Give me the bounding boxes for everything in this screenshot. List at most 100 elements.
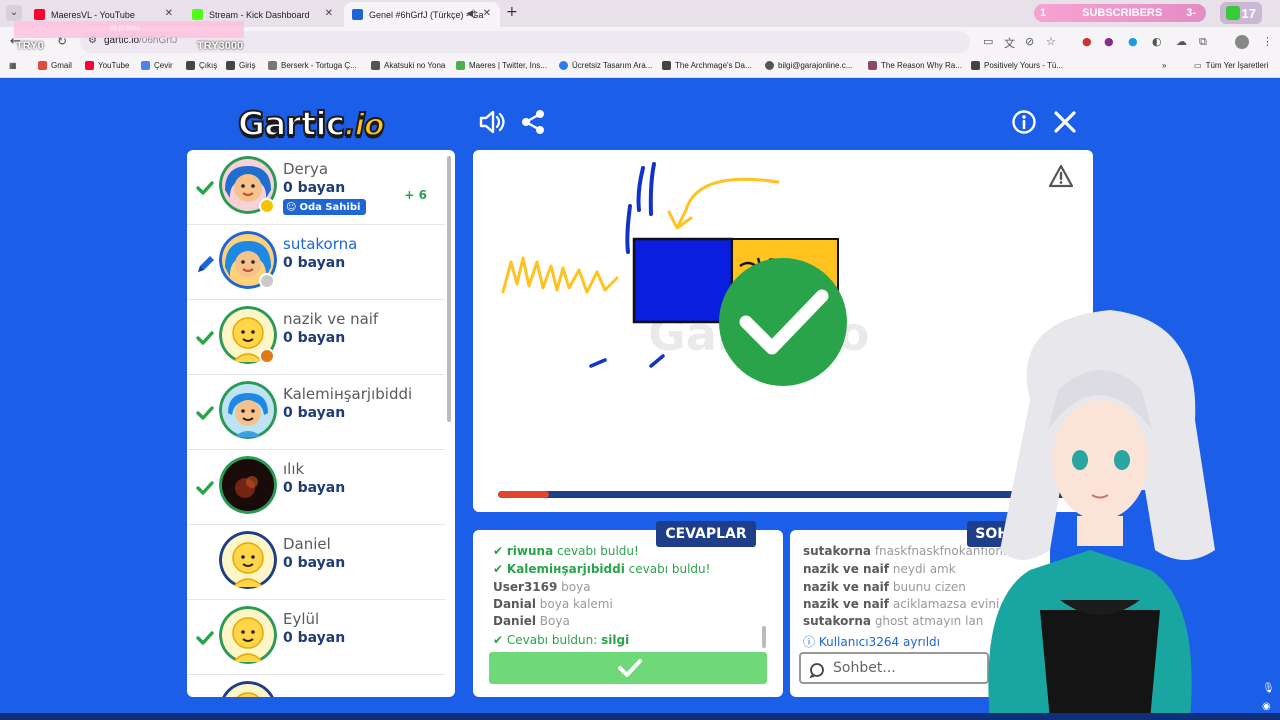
bookmark-item[interactable]: Berserk - Tortuga Ç... (268, 61, 357, 70)
answers-scrollbar[interactable] (762, 626, 766, 648)
bookmark-label: Berserk - Tortuga Ç... (281, 61, 357, 70)
bookmark-item[interactable]: bilgi@garajonline.c... (765, 61, 852, 70)
answer-line: Daniel Boya (493, 614, 570, 628)
chat-bubble-icon (809, 662, 825, 682)
chat-user: nazik ve naif (803, 580, 890, 594)
page-icon (226, 61, 235, 70)
info-icon[interactable] (1010, 108, 1038, 136)
timer-fill (498, 491, 550, 498)
page-icon (186, 61, 195, 70)
share-icon[interactable] (519, 108, 547, 136)
answer-line: ✔ riwuna cevabı buldu! (493, 544, 639, 558)
chevron-right-icon[interactable]: » (1162, 61, 1166, 70)
bookmark-item[interactable]: Maeres | Twitter, Ins... (456, 61, 547, 70)
check-icon (195, 403, 215, 427)
bookmark-item[interactable]: Positively Yours - Tü... (971, 61, 1063, 70)
extension-icon[interactable]: ● (1128, 35, 1138, 48)
subscribers-left-value: 1 (1040, 7, 1047, 19)
goal-progress-text: 86 (0.00%) (110, 26, 140, 32)
answer-line: Danial boya kalemi (493, 597, 613, 611)
extension-icon[interactable]: ● (1082, 35, 1092, 48)
report-warning-icon[interactable] (1048, 164, 1074, 192)
player-name: sutakorna (283, 235, 358, 253)
bookmark-star-icon[interactable]: ☆ (1046, 35, 1056, 48)
close-tab-icon[interactable]: ✕ (165, 8, 173, 19)
player-row[interactable]: Daniel 0 bayan (187, 525, 445, 600)
player-row[interactable] (187, 675, 445, 697)
room-owner-badge: ☺ Oda Sahibi (283, 199, 367, 215)
bookmark-item[interactable]: Giriş (226, 61, 255, 70)
chat-user: nazik ve naif (803, 597, 890, 611)
bookmark-item[interactable]: The Reason Why Ra... (868, 61, 962, 70)
bottom-strip (0, 713, 1280, 720)
answer-input-done[interactable] (489, 652, 767, 684)
plus-icon[interactable]: + (506, 4, 518, 20)
close-tab-icon[interactable]: ✕ (325, 8, 333, 19)
bookmark-label: YouTube (98, 61, 130, 70)
profile-avatar[interactable] (1235, 35, 1249, 49)
settings-icon[interactable]: ◉ (1262, 701, 1271, 712)
player-points: 0 bayan (283, 480, 346, 496)
tab-audio-icon[interactable]: ◀) (466, 8, 476, 19)
player-name: Daniel (283, 535, 331, 553)
player-row[interactable]: Derya 0 bayan ☺ Oda Sahibi + 6 (187, 150, 445, 225)
points-gained: + 6 (404, 188, 427, 202)
answer-user: User3169 (493, 580, 558, 594)
extension-icon[interactable]: ☁ (1176, 35, 1187, 48)
extension-icon[interactable]: ◐ (1152, 35, 1162, 48)
goal-start-label: TRY0 (16, 40, 44, 52)
player-row[interactable]: sutakorna 0 bayan (187, 225, 445, 300)
mic-icon[interactable]: 🎙 (1262, 683, 1275, 694)
install-app-icon[interactable]: ▭ (983, 35, 993, 48)
bookmarks-bar: ▦ Gmail YouTube Çevir Çıkış Giriş Berser… (0, 56, 1280, 78)
all-bookmarks-folder[interactable]: ▭ Tüm Yer İşaretleri (1194, 61, 1268, 70)
correct-check-badge (719, 258, 847, 386)
tab-search-button[interactable]: ⌄ (6, 5, 22, 21)
bookmark-label: Akatsuki no Yona (384, 61, 446, 70)
check-icon (195, 178, 215, 202)
bookmark-item[interactable]: The Archmage's Da... (662, 61, 752, 70)
chat-user: sutakorna (803, 544, 871, 558)
gmail-icon (38, 61, 47, 70)
bookmark-item[interactable]: YouTube (85, 61, 129, 70)
answer-text: boya (561, 580, 591, 594)
gartic-favicon-icon (352, 9, 363, 20)
player-avatar (219, 681, 277, 697)
player-row[interactable]: Kalemінşarjıbiddi 0 bayan (187, 375, 445, 450)
pencil-icon (195, 253, 217, 279)
hide-icon[interactable]: ⊘ (1025, 35, 1034, 48)
player-row[interactable]: nazik ve naif 0 bayan (187, 300, 445, 375)
menu-kebab-icon[interactable]: ⋮ (1262, 35, 1273, 48)
linktree-icon (456, 61, 465, 70)
sound-icon[interactable] (477, 108, 505, 136)
info-icon: ⓘ (803, 635, 816, 649)
extensions-puzzle-icon[interactable]: ⧉ (1199, 35, 1207, 49)
answer-text: cevabı buldu! (557, 544, 639, 558)
bookmark-item[interactable]: Çıkış (186, 61, 217, 70)
owner-label: Oda Sahibi (299, 201, 361, 213)
answer-line: User3169 boya (493, 580, 591, 594)
bookmark-item[interactable]: Çevir (141, 61, 173, 70)
close-tab-icon[interactable]: ✕ (483, 8, 491, 19)
player-row[interactable]: ılık 0 bayan (187, 450, 445, 525)
close-icon[interactable] (1051, 108, 1079, 136)
player-points: 0 bayan (283, 630, 346, 646)
bookmark-item[interactable]: Gmail (38, 61, 72, 70)
translate-icon[interactable]: 文 (1004, 35, 1015, 51)
logo-text: Gartic (237, 103, 346, 144)
player-row[interactable]: Eylül 0 bayan (187, 600, 445, 675)
page-icon (371, 61, 380, 70)
bookmark-item[interactable]: Ücretsiz Tasarım Ara... (559, 61, 652, 70)
extension-icon[interactable]: ● (1104, 35, 1114, 48)
player-points: 0 bayan (283, 180, 346, 196)
bookmark-item[interactable]: Akatsuki no Yona (371, 61, 445, 70)
logo-suffix: .io (343, 107, 385, 144)
player-name: Eylül (283, 610, 320, 628)
players-panel: Derya 0 bayan ☺ Oda Sahibi + 6 sutakorna … (187, 150, 455, 697)
browser-tab-gartic[interactable]: Genel #6hGrfJ (Türkçe) - Ga ◀) ✕ (344, 2, 500, 27)
players-scrollbar[interactable] (447, 156, 451, 422)
kick-favicon-icon (192, 9, 203, 20)
apps-grid-icon[interactable]: ▦ (9, 61, 17, 70)
stream-goal-overlay: 86 (0.00%) (14, 21, 244, 38)
subscriber-count: 17 (1241, 5, 1256, 21)
